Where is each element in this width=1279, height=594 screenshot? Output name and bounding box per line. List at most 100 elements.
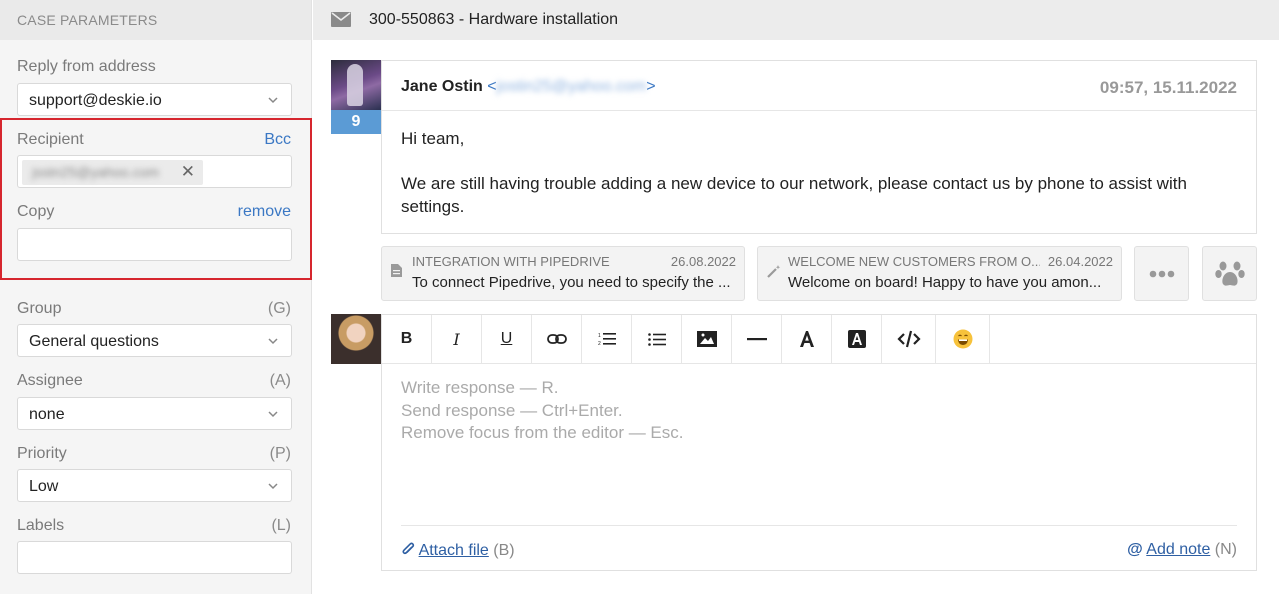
remove-copy-link[interactable]: remove (238, 203, 291, 221)
reply-from-value: support@deskie.io (29, 92, 162, 109)
more-dots-icon (1149, 270, 1174, 277)
horizontal-line-icon (746, 337, 767, 340)
reply-editor[interactable]: B I U 12 Write response — R. Send respon… (381, 314, 1257, 571)
code-button[interactable] (882, 315, 936, 363)
code-icon (896, 330, 921, 348)
sender-avatar: 9 (331, 60, 381, 134)
sender-photo (331, 60, 381, 110)
font-color-icon (799, 331, 814, 347)
add-note-shortcut: (N) (1210, 541, 1237, 558)
labels-input[interactable] (17, 541, 292, 574)
magic-wand-icon (767, 265, 781, 278)
underline-icon: U (500, 330, 513, 347)
case-title: 300-550863 - Hardware installation (369, 11, 619, 28)
priority-value: Low (29, 478, 59, 495)
group-value: General questions (29, 333, 159, 350)
svg-text:2: 2 (598, 341, 601, 346)
more-templates-button[interactable] (1134, 246, 1189, 301)
assignee-shortcut: (A) (269, 372, 291, 389)
message-body: Hi team, We are still having trouble add… (382, 111, 1256, 234)
template-title: WELCOME NEW CUSTOMERS FROM O... (788, 254, 1040, 269)
sender-name: Jane Ostin (401, 78, 483, 95)
bcc-link[interactable]: Bcc (264, 131, 291, 149)
template-date: 26.04.2022 (1047, 254, 1113, 269)
template-card[interactable]: WELCOME NEW CUSTOMERS FROM O... 26.04.20… (757, 246, 1122, 301)
sender-case-count-badge: 9 (331, 110, 381, 134)
message-greeting: Hi team, (401, 129, 465, 148)
group-label: Group (17, 300, 62, 317)
reply-from-label: Reply from address (17, 58, 156, 75)
message-text: We are still having trouble adding a new… (401, 174, 1187, 216)
document-icon (391, 264, 402, 277)
link-icon (546, 334, 567, 344)
emoji-button[interactable] (936, 315, 990, 363)
copy-input[interactable] (17, 228, 292, 261)
reply-from-select[interactable]: support@deskie.io (17, 83, 292, 116)
labels-label: Labels (17, 517, 65, 534)
message-timestamp: 09:57, 15.11.2022 (1099, 78, 1237, 97)
assignee-value: none (29, 406, 65, 423)
underline-button[interactable]: U (482, 315, 532, 363)
sender-email-address: jostin25@yahoo.com (496, 78, 647, 95)
sidebar-header: CASE PARAMETERS (0, 0, 311, 40)
labels-shortcut: (L) (271, 517, 291, 534)
editor-placeholder: Write response — R. Send response — Ctrl… (401, 377, 684, 445)
priority-select[interactable]: Low (17, 469, 292, 502)
image-icon (696, 331, 717, 347)
template-date: 26.08.2022 (670, 254, 736, 269)
emoji-icon (953, 329, 972, 349)
bold-button[interactable]: B (382, 315, 432, 363)
bullet-list-button[interactable] (632, 315, 682, 363)
group-shortcut: (G) (267, 300, 291, 317)
paw-icon (1214, 261, 1245, 286)
editor-divider (401, 525, 1237, 526)
background-color-button[interactable] (832, 315, 882, 363)
recipient-chip-email: jsstn25@yahoo.com (32, 164, 160, 180)
placeholder-focus: Remove focus from the editor — Esc. (401, 423, 684, 442)
template-card[interactable]: INTEGRATION WITH PIPEDRIVE 26.08.2022 To… (381, 246, 745, 301)
bullet-list-icon (647, 332, 666, 346)
agent-avatar (331, 314, 381, 364)
recipient-input[interactable]: jsstn25@yahoo.com ✕ (17, 155, 292, 188)
background-color-icon (847, 330, 866, 348)
svg-text:1: 1 (598, 333, 601, 339)
recipient-label: Recipient (17, 131, 84, 148)
chevron-down-icon (268, 411, 278, 418)
paperclip-icon (402, 542, 415, 555)
case-parameters-sidebar: CASE PARAMETERS Reply from address suppo… (0, 0, 312, 594)
bold-icon: B (400, 330, 413, 347)
template-text: Welcome on board! Happy to have you amon… (788, 274, 1102, 291)
chevron-down-icon (268, 97, 278, 104)
link-button[interactable] (532, 315, 582, 363)
paw-button[interactable] (1202, 246, 1257, 301)
attach-file-control: Attach file (B) (401, 541, 515, 560)
chevron-down-icon (268, 483, 278, 490)
chevron-down-icon (268, 338, 278, 345)
template-text: To connect Pipedrive, you need to specif… (412, 274, 731, 291)
template-title: INTEGRATION WITH PIPEDRIVE (412, 254, 610, 269)
numbered-list-icon: 12 (598, 333, 616, 346)
priority-label: Priority (17, 445, 67, 462)
numbered-list-button[interactable]: 12 (582, 315, 632, 363)
horizontal-rule-button[interactable] (732, 315, 782, 363)
group-select[interactable]: General questions (17, 324, 292, 357)
remove-recipient-icon[interactable]: ✕ (181, 162, 195, 182)
priority-shortcut: (P) (269, 445, 291, 462)
italic-icon: I (453, 329, 460, 349)
assignee-label: Assignee (17, 372, 83, 389)
at-icon: @ (1127, 541, 1143, 558)
placeholder-send: Send response — Ctrl+Enter. (401, 400, 623, 420)
envelope-icon (331, 12, 351, 27)
add-note-control: @ Add note (N) (1127, 541, 1237, 559)
editor-toolbar: B I U 12 (382, 315, 1256, 364)
font-color-button[interactable] (782, 315, 832, 363)
add-note-link[interactable]: Add note (1146, 541, 1210, 558)
italic-button[interactable]: I (432, 315, 482, 363)
assignee-select[interactable]: none (17, 397, 292, 430)
placeholder-write: Write response — R. (401, 378, 559, 397)
attach-file-shortcut: (B) (488, 542, 515, 559)
insert-image-button[interactable] (682, 315, 732, 363)
sender-email[interactable]: <jostin25@yahoo.com> (487, 78, 655, 95)
attach-file-link[interactable]: Attach file (419, 542, 489, 559)
incoming-message: Jane Ostin <jostin25@yahoo.com> 09:57, 1… (381, 60, 1257, 234)
